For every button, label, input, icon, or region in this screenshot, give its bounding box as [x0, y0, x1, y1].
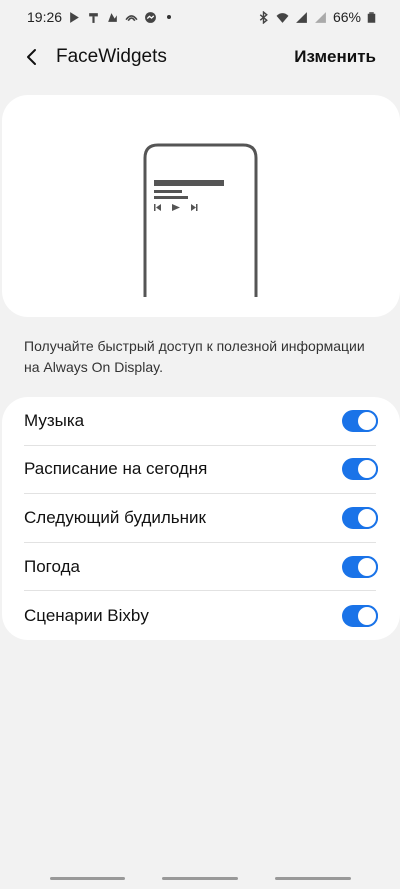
- recent-apps-handle[interactable]: [50, 877, 125, 880]
- battery-icon: [367, 11, 376, 23]
- toggle-switch[interactable]: [342, 506, 378, 529]
- battery-percent: 66%: [332, 9, 361, 25]
- messenger-icon: [145, 11, 156, 23]
- setting-row-music[interactable]: Музыка: [24, 397, 378, 446]
- toggle-knob: [356, 506, 378, 529]
- phone-preview-illustration: [143, 143, 258, 297]
- setting-row-alarm[interactable]: Следующий будильник: [24, 494, 378, 543]
- toggle-knob: [356, 458, 378, 481]
- home-handle[interactable]: [162, 877, 238, 880]
- setting-row-weather[interactable]: Погода: [24, 543, 378, 592]
- back-button[interactable]: [18, 43, 46, 71]
- setting-label: Расписание на сегодня: [24, 459, 208, 479]
- setting-label: Сценарии Bixby: [24, 605, 149, 625]
- setting-label: Музыка: [24, 410, 85, 430]
- page-title: FaceWidgets: [56, 46, 167, 67]
- app-icon: [108, 12, 117, 22]
- chevron-left-icon: [27, 49, 36, 65]
- more-notifications-icon: [167, 15, 172, 19]
- toggle-switch[interactable]: [342, 604, 378, 627]
- play-store-icon: [70, 11, 79, 23]
- setting-label: Следующий будильник: [24, 507, 206, 527]
- wifi-icon: [276, 12, 289, 23]
- setting-label: Погода: [24, 556, 80, 576]
- toggle-knob: [356, 409, 378, 432]
- bluetooth-icon: [259, 10, 268, 24]
- status-left: 19:26: [27, 9, 172, 25]
- back-handle[interactable]: [275, 877, 351, 880]
- status-right: 66%: [257, 9, 376, 25]
- settings-list: Музыка Расписание на сегодня Следующий б…: [2, 397, 400, 640]
- setting-row-bixby[interactable]: Сценарии Bixby: [24, 591, 378, 640]
- navigation-bar: [0, 877, 400, 883]
- app-bar: FaceWidgets Изменить: [0, 34, 400, 80]
- signal-icon: [296, 11, 307, 23]
- toggle-switch[interactable]: [342, 555, 378, 578]
- preview-card: [2, 95, 400, 317]
- description-text: Получайте быстрый доступ к полезной инфо…: [24, 338, 365, 375]
- wireless-icon: [125, 14, 138, 21]
- toggle-switch[interactable]: [342, 409, 378, 432]
- toggle-knob: [356, 604, 378, 627]
- toggle-switch[interactable]: [342, 458, 378, 481]
- setting-row-schedule[interactable]: Расписание на сегодня: [24, 446, 378, 495]
- notification-icon: [89, 12, 98, 23]
- status-time: 19:26: [27, 9, 63, 25]
- edit-button[interactable]: Изменить: [294, 47, 376, 67]
- toggle-knob: [356, 555, 378, 578]
- signal-2-icon: [315, 11, 326, 23]
- status-bar: 19:26 66%: [0, 0, 400, 34]
